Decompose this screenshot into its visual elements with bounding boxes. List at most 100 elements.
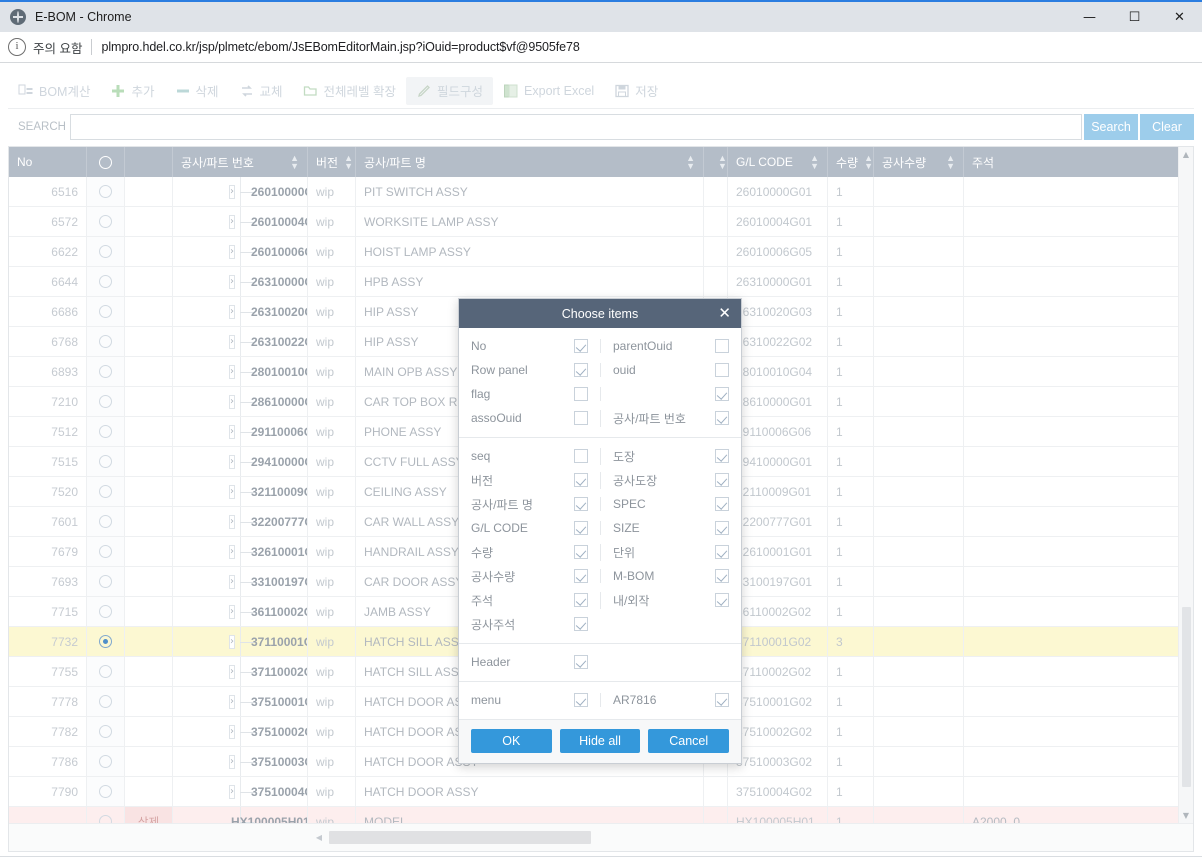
dialog-option-right[interactable]: parentOuid (600, 339, 741, 353)
dialog-option-checkbox[interactable] (715, 569, 729, 583)
grid-header-partname[interactable]: 공사/파트 명 ▲ ▼ (356, 147, 704, 177)
toolbar-button-6[interactable]: Export Excel (493, 77, 604, 105)
dialog-option-left[interactable]: G/L CODE (459, 521, 600, 535)
minimize-icon[interactable]: — (1067, 2, 1112, 32)
dialog-option-checkbox[interactable] (715, 363, 729, 377)
toolbar-button-5[interactable]: 필드구성 (406, 76, 494, 105)
cell-row-select[interactable] (87, 237, 125, 266)
dialog-button-hide-all[interactable]: Hide all (559, 729, 641, 753)
scroll-left-icon[interactable]: ◀ (309, 833, 329, 842)
dialog-option-left[interactable]: 수량 (459, 544, 600, 561)
row-radio[interactable] (99, 275, 112, 288)
dialog-button-cancel[interactable]: Cancel (648, 729, 730, 753)
dialog-option-right[interactable]: M-BOM (600, 569, 741, 583)
table-row[interactable]: 6644›26310000G01wipHPB ASSY26310000G011 (9, 267, 1193, 297)
dialog-option-checkbox[interactable] (574, 655, 588, 669)
row-radio[interactable] (99, 395, 112, 408)
dialog-option-checkbox[interactable] (574, 449, 588, 463)
cell-row-select[interactable] (87, 357, 125, 386)
row-radio[interactable] (99, 725, 112, 738)
dialog-option-checkbox[interactable] (574, 339, 588, 353)
row-radio[interactable] (99, 425, 112, 438)
cell-row-select[interactable] (87, 267, 125, 296)
cell-row-select[interactable] (87, 657, 125, 686)
grid-header-wqty[interactable]: 공사수량 ▲ ▼ (874, 147, 964, 177)
close-icon[interactable]: ✕ (718, 303, 731, 323)
maximize-icon[interactable]: ☐ (1112, 2, 1157, 32)
dialog-option-checkbox[interactable] (715, 497, 729, 511)
toolbar-button-4[interactable]: 전체레벨 확장 (293, 77, 406, 105)
dialog-option-checkbox[interactable] (574, 617, 588, 631)
grid-header-qty[interactable]: 수량 ▲ ▼ (828, 147, 874, 177)
cell-row-select[interactable] (87, 507, 125, 536)
row-radio[interactable] (99, 755, 112, 768)
dialog-option-left[interactable]: Header (459, 655, 600, 669)
dialog-option-left[interactable]: 공사수량 (459, 568, 600, 585)
dialog-option-checkbox[interactable] (574, 473, 588, 487)
row-radio[interactable] (99, 185, 112, 198)
dialog-option-left[interactable]: 버전 (459, 472, 600, 489)
row-radio[interactable] (99, 785, 112, 798)
dialog-option-right[interactable]: ouid (600, 363, 741, 377)
dialog-button-ok[interactable]: OK (471, 729, 552, 753)
cell-row-select[interactable] (87, 627, 125, 656)
dialog-option-right[interactable]: SPEC (600, 497, 741, 511)
sort-toggle-icon[interactable]: ▲ ▼ (858, 154, 873, 171)
dialog-option-left[interactable]: assoOuid (459, 411, 600, 425)
expand-row-icon[interactable]: › (229, 424, 235, 439)
close-icon[interactable]: ✕ (1157, 2, 1202, 32)
grid-header-partno[interactable]: 공사/파트 번호 ▲ ▼ (173, 147, 308, 177)
dialog-option-checkbox[interactable] (574, 497, 588, 511)
dialog-option-checkbox[interactable] (574, 593, 588, 607)
dialog-option-left[interactable]: flag (459, 387, 600, 401)
dialog-option-right[interactable]: 공사도장 (600, 471, 741, 489)
dialog-option-left[interactable]: Row panel (459, 363, 600, 377)
row-radio[interactable] (99, 485, 112, 498)
expand-row-icon[interactable]: › (229, 514, 235, 529)
dialog-option-checkbox[interactable] (715, 387, 729, 401)
cell-row-select[interactable] (87, 387, 125, 416)
search-button[interactable]: Search (1084, 114, 1138, 140)
expand-row-icon[interactable]: › (229, 214, 235, 229)
expand-row-icon[interactable]: › (229, 184, 235, 199)
expand-row-icon[interactable]: › (229, 544, 235, 559)
expand-row-icon[interactable]: › (229, 334, 235, 349)
vscroll-thumb[interactable] (1182, 607, 1191, 787)
grid-vertical-scrollbar[interactable]: ▲ ▼ (1178, 147, 1193, 823)
sort-toggle-icon[interactable]: ▲ ▼ (804, 154, 819, 171)
cell-row-select[interactable] (87, 687, 125, 716)
grid-header-flag[interactable] (125, 147, 173, 177)
cell-row-select[interactable] (87, 747, 125, 776)
expand-row-icon[interactable]: › (229, 604, 235, 619)
dialog-option-checkbox[interactable] (715, 411, 729, 425)
dialog-option-checkbox[interactable] (574, 693, 588, 707)
dialog-option-left[interactable]: menu (459, 693, 600, 707)
expand-row-icon[interactable]: › (229, 244, 235, 259)
dialog-option-right[interactable]: SIZE (600, 521, 741, 535)
toolbar-button-1[interactable]: 추가 (100, 77, 164, 105)
dialog-option-checkbox[interactable] (715, 545, 729, 559)
row-radio[interactable] (99, 635, 112, 648)
row-radio[interactable] (99, 695, 112, 708)
cell-row-select[interactable] (87, 417, 125, 446)
expand-row-icon[interactable]: › (229, 664, 235, 679)
cell-row-select[interactable] (87, 777, 125, 806)
cell-row-select[interactable] (87, 297, 125, 326)
dialog-option-right[interactable]: AR7816 (600, 693, 741, 707)
cell-row-select[interactable] (87, 447, 125, 476)
cell-row-select[interactable] (87, 597, 125, 626)
dialog-option-checkbox[interactable] (574, 545, 588, 559)
clear-button[interactable]: Clear (1140, 114, 1194, 140)
expand-row-icon[interactable]: › (229, 784, 235, 799)
sort-toggle-icon[interactable]: ▲ ▼ (284, 154, 299, 171)
dialog-option-checkbox[interactable] (715, 593, 729, 607)
expand-row-icon[interactable]: › (229, 694, 235, 709)
url-text[interactable]: plmpro.hdel.co.kr/jsp/plmetc/ebom/JsEBom… (101, 40, 579, 54)
row-radio[interactable] (99, 605, 112, 618)
dialog-option-right[interactable]: 내/외작 (600, 591, 741, 609)
dialog-option-left[interactable]: 공사/파트 명 (459, 496, 600, 513)
toolbar-button-2[interactable]: 삭제 (165, 77, 229, 105)
scroll-up-icon[interactable]: ▲ (1179, 147, 1193, 162)
expand-row-icon[interactable]: › (229, 574, 235, 589)
row-radio[interactable] (99, 815, 112, 823)
